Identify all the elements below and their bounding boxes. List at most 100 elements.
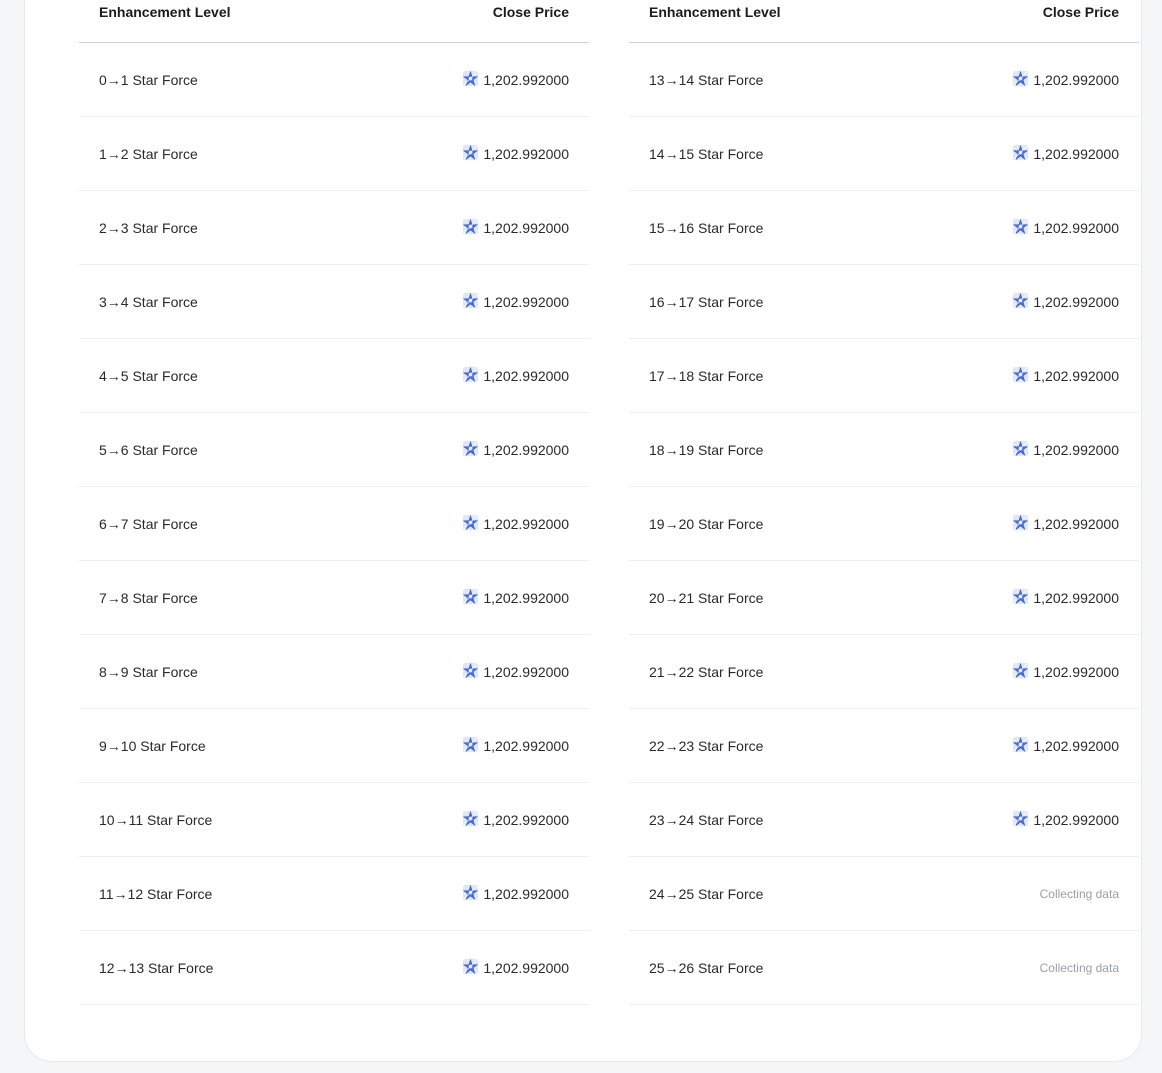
table-row: 11→12 Star Force 1,202.992000 (79, 857, 589, 931)
collecting-data-status: Collecting data (1039, 960, 1119, 975)
table-row: 25→26 Star Force Collecting data (629, 931, 1139, 1005)
close-price-value: 1,202.992000 (1033, 71, 1119, 88)
close-price-value: 1,202.992000 (483, 145, 569, 162)
enhancement-level-cell: 10→11 Star Force (99, 811, 213, 828)
enhancement-level-cell: 8→9 Star Force (99, 663, 198, 680)
close-price-value: 1,202.992000 (483, 737, 569, 754)
enhancement-level-cell: 4→5 Star Force (99, 367, 198, 384)
close-price-value: 1,202.992000 (483, 293, 569, 310)
close-price-value: 1,202.992000 (483, 663, 569, 680)
close-price-cell: 1,202.992000 (1012, 736, 1119, 756)
star-coin-icon (462, 810, 479, 830)
close-price-value: 1,202.992000 (1033, 663, 1119, 680)
table-body-left: 0→1 Star Force 1,202.992000 1→2 Star Force… (79, 43, 589, 1005)
star-coin-icon (462, 292, 479, 312)
enhancement-level-cell: 9→10 Star Force (99, 737, 206, 754)
table-row: 24→25 Star Force Collecting data (629, 857, 1139, 931)
table-row: 18→19 Star Force 1,202.992000 (629, 413, 1139, 487)
enhancement-level-cell: 19→20 Star Force (649, 515, 764, 532)
price-card: Enhancement Level Close Price 0→1 Star F… (24, 0, 1142, 1062)
star-coin-icon (1012, 292, 1029, 312)
table-row: 0→1 Star Force 1,202.992000 (79, 43, 589, 117)
enhancement-level-cell: 20→21 Star Force (649, 589, 764, 606)
star-coin-icon (462, 70, 479, 90)
enhancement-level-cell: 15→16 Star Force (649, 219, 764, 236)
enhancement-level-cell: 21→22 Star Force (649, 663, 764, 680)
table-row: 4→5 Star Force 1,202.992000 (79, 339, 589, 413)
close-price-cell: 1,202.992000 (1012, 514, 1119, 534)
close-price-value: 1,202.992000 (483, 71, 569, 88)
close-price-value: 1,202.992000 (483, 219, 569, 236)
table-row: 10→11 Star Force 1,202.992000 (79, 783, 589, 857)
enhancement-level-cell: 13→14 Star Force (649, 71, 764, 88)
star-coin-icon (1012, 662, 1029, 682)
star-coin-icon (462, 662, 479, 682)
enhancement-level-cell: 25→26 Star Force (649, 959, 764, 976)
star-coin-icon (462, 736, 479, 756)
close-price-value: 1,202.992000 (1033, 367, 1119, 384)
close-price-cell: 1,202.992000 (462, 736, 569, 756)
close-price-value: 1,202.992000 (1033, 811, 1119, 828)
close-price-value: 1,202.992000 (483, 367, 569, 384)
price-table-right: Enhancement Level Close Price 13→14 Star… (629, 0, 1139, 1005)
close-price-cell: 1,202.992000 (462, 884, 569, 904)
close-price-value: 1,202.992000 (1033, 515, 1119, 532)
table-row: 8→9 Star Force 1,202.992000 (79, 635, 589, 709)
close-price-cell: 1,202.992000 (462, 440, 569, 460)
star-coin-icon (1012, 810, 1029, 830)
enhancement-level-cell: 7→8 Star Force (99, 589, 198, 606)
close-price-cell: 1,202.992000 (1012, 292, 1119, 312)
star-coin-icon (462, 144, 479, 164)
table-row: 21→22 Star Force 1,202.992000 (629, 635, 1139, 709)
table-row: 14→15 Star Force 1,202.992000 (629, 117, 1139, 191)
table-row: 17→18 Star Force 1,202.992000 (629, 339, 1139, 413)
collecting-data-status: Collecting data (1039, 886, 1119, 901)
close-price-value: 1,202.992000 (483, 885, 569, 902)
close-price-cell: 1,202.992000 (1012, 144, 1119, 164)
star-coin-icon (462, 366, 479, 386)
header-enhancement-level: Enhancement Level (99, 4, 231, 20)
close-price-value: 1,202.992000 (483, 589, 569, 606)
close-price-cell: 1,202.992000 (462, 218, 569, 238)
close-price-value: 1,202.992000 (1033, 293, 1119, 310)
table-row: 15→16 Star Force 1,202.992000 (629, 191, 1139, 265)
table-body-right: 13→14 Star Force 1,202.992000 14→15 Star F… (629, 43, 1139, 1005)
close-price-value: 1,202.992000 (483, 811, 569, 828)
table-row: 5→6 Star Force 1,202.992000 (79, 413, 589, 487)
enhancement-level-cell: 6→7 Star Force (99, 515, 198, 532)
table-row: 13→14 Star Force 1,202.992000 (629, 43, 1139, 117)
table-header: Enhancement Level Close Price (629, 0, 1139, 43)
enhancement-level-cell: 12→13 Star Force (99, 959, 214, 976)
header-close-price: Close Price (1042, 4, 1119, 20)
close-price-cell: 1,202.992000 (1012, 810, 1119, 830)
table-row: 22→23 Star Force 1,202.992000 (629, 709, 1139, 783)
close-price-cell: 1,202.992000 (462, 144, 569, 164)
star-coin-icon (462, 588, 479, 608)
close-price-cell: 1,202.992000 (1012, 218, 1119, 238)
close-price-cell: 1,202.992000 (462, 662, 569, 682)
table-row: 3→4 Star Force 1,202.992000 (79, 265, 589, 339)
table-row: 7→8 Star Force 1,202.992000 (79, 561, 589, 635)
table-row: 6→7 Star Force 1,202.992000 (79, 487, 589, 561)
star-coin-icon (1012, 588, 1029, 608)
enhancement-level-cell: 5→6 Star Force (99, 441, 198, 458)
price-table-left: Enhancement Level Close Price 0→1 Star F… (79, 0, 589, 1005)
close-price-value: 1,202.992000 (1033, 219, 1119, 236)
close-price-cell: 1,202.992000 (1012, 662, 1119, 682)
header-close-price: Close Price (492, 4, 569, 20)
star-coin-icon (1012, 218, 1029, 238)
star-coin-icon (462, 440, 479, 460)
table-row: 16→17 Star Force 1,202.992000 (629, 265, 1139, 339)
star-coin-icon (1012, 736, 1029, 756)
close-price-value: 1,202.992000 (483, 441, 569, 458)
close-price-cell: 1,202.992000 (1012, 440, 1119, 460)
enhancement-level-cell: 23→24 Star Force (649, 811, 764, 828)
enhancement-level-cell: 11→12 Star Force (99, 885, 213, 902)
table-row: 9→10 Star Force 1,202.992000 (79, 709, 589, 783)
table-header: Enhancement Level Close Price (79, 0, 589, 43)
star-coin-icon (462, 218, 479, 238)
close-price-value: 1,202.992000 (1033, 145, 1119, 162)
table-row: 20→21 Star Force 1,202.992000 (629, 561, 1139, 635)
close-price-value: 1,202.992000 (1033, 589, 1119, 606)
enhancement-level-cell: 24→25 Star Force (649, 885, 764, 902)
